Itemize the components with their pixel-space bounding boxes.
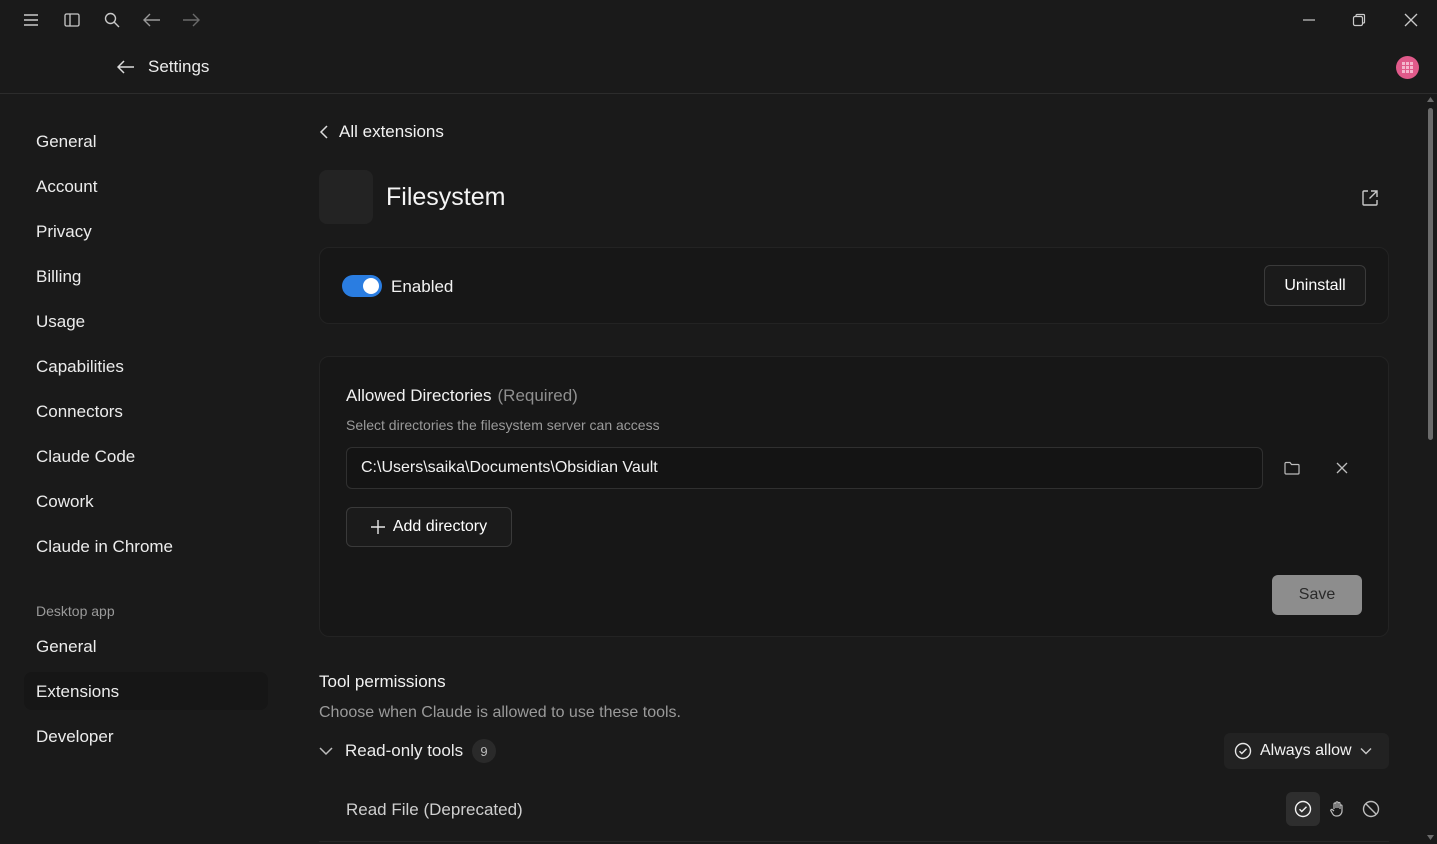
chevron-down-icon: [319, 747, 333, 756]
sidebar-item-claude-in-chrome[interactable]: Claude in Chrome: [36, 537, 173, 557]
extension-name: Filesystem: [386, 183, 506, 211]
remove-directory-icon[interactable]: [1328, 454, 1356, 482]
menu-icon[interactable]: [17, 6, 45, 34]
restore-icon[interactable]: [1345, 6, 1373, 34]
sidebar-item-general[interactable]: General: [36, 132, 96, 152]
search-icon[interactable]: [98, 6, 126, 34]
scroll-down-icon[interactable]: [1427, 835, 1434, 840]
extension-logo: [319, 170, 373, 224]
block-option-button[interactable]: [1354, 792, 1388, 826]
allow-option-button[interactable]: [1286, 792, 1320, 826]
sidebar-item-extensions[interactable]: Extensions: [36, 682, 119, 702]
sidebar-item-developer[interactable]: Developer: [36, 727, 114, 747]
sidebar-item-billing[interactable]: Billing: [36, 267, 81, 287]
check-circle-icon: [1234, 742, 1252, 760]
add-directory-button[interactable]: Add directory: [346, 507, 512, 547]
page-title: Settings: [148, 57, 210, 76]
sidebar-item-usage[interactable]: Usage: [36, 312, 85, 332]
avatar[interactable]: [1396, 56, 1419, 79]
close-window-icon[interactable]: [1397, 6, 1425, 34]
directory-path-input[interactable]: C:\Users\saika\Documents\Obsidian Vault: [346, 447, 1263, 489]
divider: [319, 841, 1389, 842]
plus-icon: [370, 520, 385, 534]
enable-card: [319, 247, 1389, 324]
allowed-directories-title: Allowed Directories: [346, 386, 492, 405]
tool-permissions-title: Tool permissions: [319, 672, 446, 691]
tool-count-badge: 9: [472, 739, 496, 763]
chevron-left-icon: [319, 125, 328, 139]
minimize-icon[interactable]: [1295, 6, 1323, 34]
sidebar-item-claude-code[interactable]: Claude Code: [36, 447, 135, 467]
sidebar-item-privacy[interactable]: Privacy: [36, 222, 92, 242]
sidebar-toggle-icon[interactable]: [58, 6, 86, 34]
allowed-directories-description: Select directories the filesystem server…: [346, 417, 660, 433]
sidebar-section-heading: Desktop app: [36, 603, 115, 619]
chevron-down-icon: [1360, 748, 1372, 755]
enabled-toggle[interactable]: [342, 275, 382, 297]
group-permission-value: Always allow: [1260, 742, 1352, 759]
all-extensions-label: All extensions: [339, 122, 444, 141]
browse-folder-icon[interactable]: [1278, 454, 1306, 482]
sidebar-item-capabilities[interactable]: Capabilities: [36, 357, 124, 377]
tool-permissions-description: Choose when Claude is allowed to use the…: [319, 704, 681, 721]
allowed-directories-heading: Allowed Directories (Required): [346, 386, 578, 406]
tool-name: Read File (Deprecated): [346, 800, 523, 819]
sidebar-item-cowork[interactable]: Cowork: [36, 492, 94, 512]
open-external-icon[interactable]: [1356, 184, 1384, 212]
enabled-label: Enabled: [391, 277, 454, 296]
group-permission-dropdown[interactable]: Always allow: [1224, 733, 1389, 769]
hand-icon: [1330, 801, 1343, 817]
sidebar-item-connectors[interactable]: Connectors: [36, 402, 123, 422]
all-extensions-link[interactable]: All extensions: [319, 122, 444, 142]
scroll-up-icon[interactable]: [1427, 97, 1434, 102]
avatar-pattern-icon: [1402, 62, 1413, 73]
block-icon: [1362, 800, 1380, 818]
read-only-tools-label: Read-only tools: [345, 741, 464, 760]
back-arrow-icon[interactable]: [138, 6, 166, 34]
tool-permission-selector: [1286, 791, 1390, 827]
scrollbar-thumb[interactable]: [1428, 108, 1433, 440]
sidebar-item-desktop-general[interactable]: General: [36, 637, 96, 657]
uninstall-button[interactable]: Uninstall: [1264, 265, 1366, 306]
check-circle-icon: [1294, 800, 1312, 818]
settings-back-icon[interactable]: [112, 53, 140, 81]
settings-header: Settings: [0, 40, 1437, 94]
ask-option-button[interactable]: [1320, 792, 1354, 826]
sidebar-item-account[interactable]: Account: [36, 177, 97, 197]
forward-arrow-icon[interactable]: [177, 6, 205, 34]
directory-path-value: C:\Users\saika\Documents\Obsidian Vault: [361, 459, 658, 476]
required-tag: (Required): [497, 386, 578, 405]
save-button[interactable]: Save: [1272, 575, 1362, 615]
read-only-tools-group-toggle[interactable]: Read-only tools: [319, 741, 463, 761]
add-directory-label: Add directory: [392, 518, 488, 535]
title-bar: [0, 0, 1437, 40]
